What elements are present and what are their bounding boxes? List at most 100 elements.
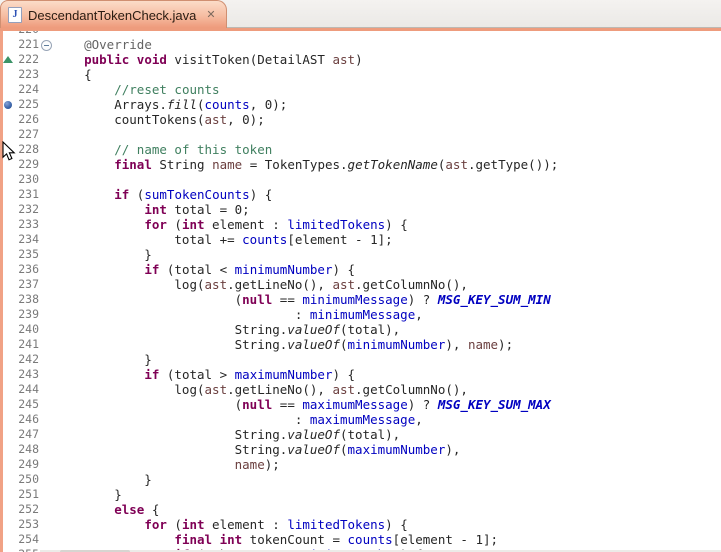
- code-editor-area: 220221 @Override222 public void visitTok…: [0, 31, 721, 552]
- code-text: public void visitToken(DetailAST ast): [52, 52, 363, 67]
- line-number[interactable]: 255: [13, 547, 39, 552]
- annotation-ruler-cell: [3, 217, 13, 232]
- editor-tab-bar: J DescendantTokenCheck.java ✕: [0, 0, 721, 28]
- code-line: 235 }: [3, 247, 721, 262]
- code-text: @Override: [52, 37, 152, 52]
- code-line: 233 for (int element : limitedTokens) {: [3, 217, 721, 232]
- annotation-ruler-cell: [3, 97, 13, 112]
- line-number[interactable]: 249: [13, 457, 39, 472]
- annotation-ruler-cell: [3, 487, 13, 502]
- annotation-ruler-cell: [3, 427, 13, 442]
- java-file-icon: J: [8, 7, 22, 23]
- fold-collapse-icon[interactable]: [41, 40, 52, 51]
- code-line: 250 }: [3, 472, 721, 487]
- line-number[interactable]: 222: [13, 52, 39, 67]
- line-number[interactable]: 250: [13, 472, 39, 487]
- line-number[interactable]: 224: [13, 82, 39, 97]
- line-number[interactable]: 230: [13, 172, 39, 187]
- line-number[interactable]: 238: [13, 292, 39, 307]
- line-number[interactable]: 228: [13, 142, 39, 157]
- code-text: Arrays.fill(counts, 0);: [52, 97, 287, 112]
- code-text: log(ast.getLineNo(), ast.getColumnNo(),: [52, 382, 468, 397]
- code-line: 225 Arrays.fill(counts, 0);: [3, 97, 721, 112]
- breakpoint-icon[interactable]: [4, 101, 12, 109]
- code-line: 227: [3, 127, 721, 142]
- code-text: String.valueOf(minimumNumber), name);: [52, 337, 513, 352]
- annotation-ruler-cell: [3, 322, 13, 337]
- code-text: [52, 127, 54, 142]
- line-number[interactable]: 248: [13, 442, 39, 457]
- folding-ruler-cell: [39, 247, 52, 262]
- line-number[interactable]: 247: [13, 427, 39, 442]
- code-line: 238 (null == minimumMessage) ? MSG_KEY_S…: [3, 292, 721, 307]
- line-number[interactable]: 245: [13, 397, 39, 412]
- line-number[interactable]: 251: [13, 487, 39, 502]
- line-number[interactable]: 253: [13, 517, 39, 532]
- folding-ruler-cell: [39, 502, 52, 517]
- annotation-ruler-cell: [3, 262, 13, 277]
- folding-ruler-cell: [39, 52, 52, 67]
- folding-ruler-cell: [39, 142, 52, 157]
- tab-descendanttokencheck[interactable]: J DescendantTokenCheck.java ✕: [0, 0, 227, 28]
- annotation-ruler-cell: [3, 397, 13, 412]
- line-number[interactable]: 239: [13, 307, 39, 322]
- line-number[interactable]: 252: [13, 502, 39, 517]
- annotation-ruler-cell: [3, 547, 13, 552]
- folding-ruler-cell: [39, 487, 52, 502]
- line-number[interactable]: 223: [13, 67, 39, 82]
- code-text: //reset counts: [52, 82, 220, 97]
- folding-ruler-cell: [39, 262, 52, 277]
- annotation-ruler-cell: [3, 142, 13, 157]
- code-line: 223 {: [3, 67, 721, 82]
- code-line: 243 if (total > maximumNumber) {: [3, 367, 721, 382]
- annotation-ruler-cell: [3, 232, 13, 247]
- close-icon[interactable]: ✕: [206, 9, 215, 21]
- annotation-ruler-cell: [3, 202, 13, 217]
- code-text: if (total < minimumNumber) {: [52, 262, 355, 277]
- eclipse-editor-window: J DescendantTokenCheck.java ✕ 220221 @Ov…: [0, 0, 721, 552]
- line-number[interactable]: 235: [13, 247, 39, 262]
- folding-ruler-cell: [39, 217, 52, 232]
- code-line: 253 for (int element : limitedTokens) {: [3, 517, 721, 532]
- line-number[interactable]: 229: [13, 157, 39, 172]
- code-text: (null == maximumMessage) ? MSG_KEY_SUM_M…: [52, 397, 551, 412]
- line-number[interactable]: 240: [13, 322, 39, 337]
- line-number[interactable]: 226: [13, 112, 39, 127]
- line-number[interactable]: 242: [13, 352, 39, 367]
- line-number[interactable]: 227: [13, 127, 39, 142]
- folding-ruler-cell: [39, 232, 52, 247]
- line-number[interactable]: 221: [13, 37, 39, 52]
- code-text: String.valueOf(total),: [52, 427, 400, 442]
- code-text: final String name = TokenTypes.getTokenN…: [52, 157, 558, 172]
- code-editor[interactable]: 220221 @Override222 public void visitTok…: [3, 31, 721, 552]
- annotation-ruler-cell: [3, 172, 13, 187]
- line-number[interactable]: 232: [13, 202, 39, 217]
- line-number[interactable]: 236: [13, 262, 39, 277]
- annotation-ruler-cell: [3, 292, 13, 307]
- line-number[interactable]: 241: [13, 337, 39, 352]
- line-number[interactable]: 243: [13, 367, 39, 382]
- code-line: 230: [3, 172, 721, 187]
- annotation-ruler-cell: [3, 127, 13, 142]
- folding-ruler-cell: [39, 112, 52, 127]
- line-number[interactable]: 234: [13, 232, 39, 247]
- line-number[interactable]: 244: [13, 382, 39, 397]
- folding-ruler-cell: [39, 517, 52, 532]
- code-line: 251 }: [3, 487, 721, 502]
- line-number[interactable]: 254: [13, 532, 39, 547]
- annotation-ruler-cell: [3, 382, 13, 397]
- code-text: for (int element : limitedTokens) {: [52, 217, 408, 232]
- folding-ruler-cell: [39, 82, 52, 97]
- code-text: countTokens(ast, 0);: [52, 112, 265, 127]
- folding-ruler-cell: [39, 322, 52, 337]
- code-line: 221 @Override: [3, 37, 721, 52]
- line-number[interactable]: 231: [13, 187, 39, 202]
- folding-ruler-cell: [39, 37, 52, 52]
- folding-ruler-cell: [39, 397, 52, 412]
- code-line: 245 (null == maximumMessage) ? MSG_KEY_S…: [3, 397, 721, 412]
- line-number[interactable]: 225: [13, 97, 39, 112]
- code-line: 254 final int tokenCount = counts[elemen…: [3, 532, 721, 547]
- line-number[interactable]: 233: [13, 217, 39, 232]
- line-number[interactable]: 237: [13, 277, 39, 292]
- line-number[interactable]: 246: [13, 412, 39, 427]
